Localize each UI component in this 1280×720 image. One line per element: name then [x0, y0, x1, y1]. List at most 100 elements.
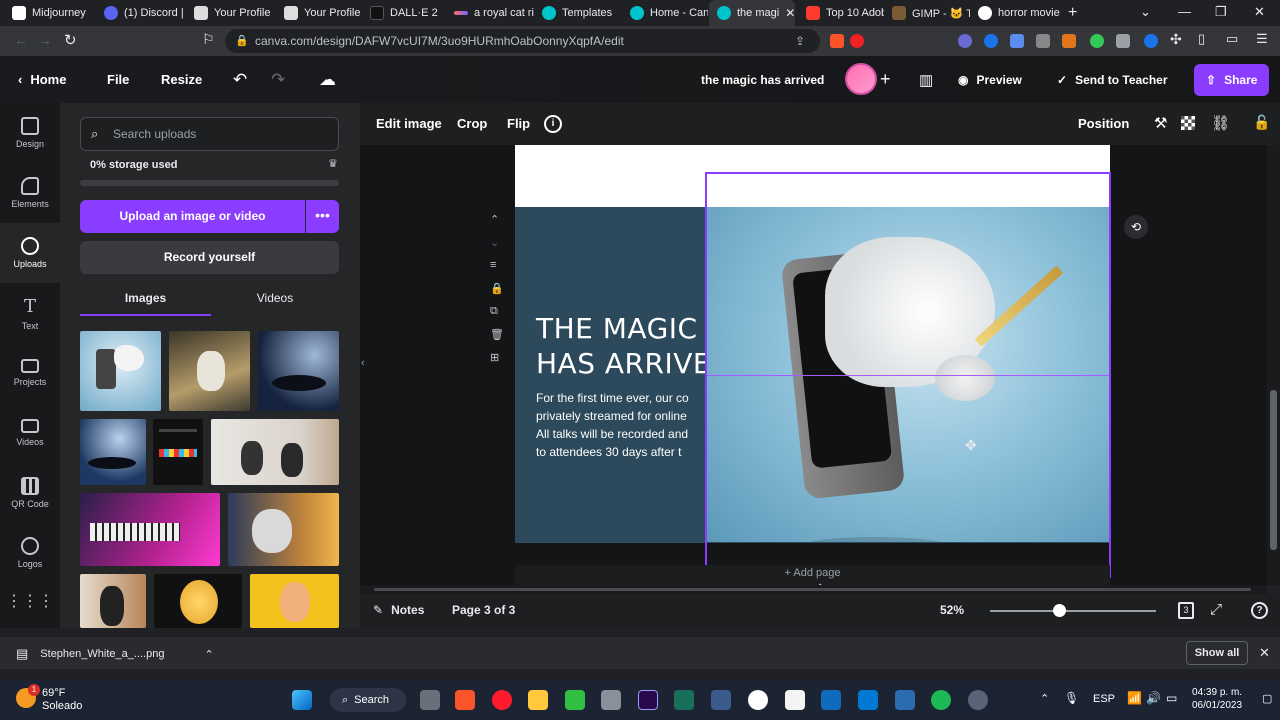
- fullscreen-icon[interactable]: ⤢: [1210, 601, 1222, 618]
- rail-item-uploads[interactable]: Uploads: [0, 223, 60, 283]
- rail-item-more-apps[interactable]: ⋮⋮⋮: [0, 581, 60, 621]
- chevron-down-icon[interactable]: ⌄: [490, 236, 504, 259]
- zoom-percentage[interactable]: 52%: [940, 603, 964, 617]
- body-text[interactable]: For the first time ever, our co privatel…: [536, 389, 689, 461]
- menu-icon[interactable]: ☰: [1256, 31, 1268, 47]
- file-menu-button[interactable]: File: [107, 56, 129, 103]
- metamask-icon[interactable]: [1062, 34, 1076, 48]
- upload-more-button[interactable]: •••: [306, 200, 339, 233]
- page-indicator[interactable]: Page 3 of 3: [452, 603, 515, 617]
- puzzle-extensions-icon[interactable]: ✣: [1170, 31, 1182, 48]
- horizontal-scrollbar[interactable]: [360, 585, 1267, 594]
- share-page-icon[interactable]: ⇪: [795, 29, 805, 53]
- minimize-icon[interactable]: —: [1178, 4, 1191, 19]
- upload-button[interactable]: Upload an image or video: [80, 200, 305, 233]
- download-item[interactable]: ▤ Stephen_White_a_....png ⌃: [16, 646, 214, 662]
- notes-lines-icon[interactable]: ≡: [490, 259, 504, 282]
- undo-icon[interactable]: ↶: [233, 56, 247, 103]
- reload-icon[interactable]: ↻: [64, 31, 77, 49]
- brave-icon[interactable]: [455, 690, 475, 710]
- browser-tab-active[interactable]: the magi ✕: [709, 0, 795, 26]
- upload-thumbnail[interactable]: [250, 574, 339, 628]
- add-page-icon[interactable]: ⊞: [490, 351, 504, 374]
- chrome-icon[interactable]: [748, 690, 768, 710]
- browser-tab[interactable]: Top 10 Adob: [798, 0, 884, 26]
- new-tab-icon[interactable]: +: [1068, 4, 1077, 22]
- taskbar-search[interactable]: ⌕ Search: [330, 688, 406, 712]
- rotate-comment-icon[interactable]: ⟲: [1124, 215, 1148, 239]
- rail-item-text[interactable]: T Text: [0, 283, 60, 343]
- app-icon[interactable]: [601, 690, 621, 710]
- vertical-scrollbar[interactable]: [1267, 145, 1280, 585]
- scroll-thumb[interactable]: [1270, 390, 1277, 550]
- cloud-saved-icon[interactable]: ☁: [319, 56, 336, 103]
- app-icon[interactable]: [711, 690, 731, 710]
- upload-thumbnail[interactable]: [80, 331, 161, 411]
- home-button[interactable]: ‹ Home: [18, 56, 66, 103]
- preview-button[interactable]: ◉ Preview: [958, 56, 1022, 103]
- tab-images[interactable]: Images: [80, 291, 211, 315]
- rail-item-videos[interactable]: Videos: [0, 403, 60, 463]
- extension-icon[interactable]: [1010, 34, 1024, 48]
- maximize-icon[interactable]: ❐: [1215, 4, 1227, 20]
- transparency-icon[interactable]: [1181, 116, 1195, 130]
- extension-icon[interactable]: [984, 34, 998, 48]
- search-input[interactable]: ⌕ Search uploads: [80, 117, 339, 151]
- resize-button[interactable]: Resize: [161, 56, 202, 103]
- info-icon[interactable]: i: [544, 115, 562, 133]
- share-button[interactable]: ⇧ Share: [1194, 64, 1270, 96]
- opera-icon[interactable]: [492, 690, 512, 710]
- upload-thumbnail[interactable]: [80, 493, 220, 566]
- microphone-icon[interactable]: 🎙: [1064, 691, 1079, 705]
- wifi-icon[interactable]: 📶: [1127, 691, 1142, 705]
- app-icon[interactable]: [895, 690, 915, 710]
- duplicate-icon[interactable]: ⧉: [490, 305, 504, 328]
- close-window-icon[interactable]: ✕: [1254, 4, 1265, 20]
- browser-tab[interactable]: a royal cat ri: [446, 0, 534, 26]
- task-view-icon[interactable]: [420, 690, 440, 710]
- rail-item-projects[interactable]: Projects: [0, 343, 60, 403]
- brave-shield-icon[interactable]: [830, 34, 844, 48]
- insights-chart-icon[interactable]: ▥: [919, 56, 933, 103]
- trash-icon[interactable]: 🗑: [490, 328, 504, 351]
- headline-text[interactable]: THE MAGIC HAS ARRIVE: [536, 311, 711, 381]
- design-title[interactable]: the magic has arrived: [701, 56, 824, 103]
- extension-icon[interactable]: [1144, 34, 1158, 48]
- record-yourself-button[interactable]: Record yourself: [80, 241, 339, 274]
- rail-item-elements[interactable]: Elements: [0, 163, 60, 223]
- spotify-icon[interactable]: [931, 690, 951, 710]
- browser-tab[interactable]: Midjourney: [4, 0, 96, 26]
- send-to-teacher-button[interactable]: ✓ Send to Teacher: [1057, 56, 1168, 103]
- battery-icon[interactable]: ▭: [1166, 691, 1177, 705]
- close-tab-icon[interactable]: ✕: [785, 6, 795, 20]
- rail-item-logos[interactable]: Logos: [0, 523, 60, 583]
- tab-videos[interactable]: Videos: [211, 291, 339, 315]
- weather-widget[interactable]: 69°F Soleado: [42, 687, 82, 713]
- language-indicator[interactable]: ESP: [1093, 693, 1115, 705]
- url-input[interactable]: 🔒 canva.com/design/DAFW7vcUI7M/3uo9HURmh…: [225, 29, 820, 53]
- upload-thumbnail[interactable]: [154, 574, 242, 628]
- lock-icon[interactable]: 🔒: [490, 282, 504, 305]
- windows-start-icon[interactable]: [292, 690, 312, 710]
- selection-frame[interactable]: [705, 172, 1111, 578]
- upload-thumbnail[interactable]: [80, 419, 146, 485]
- redo-icon[interactable]: ↷: [271, 56, 285, 103]
- help-button[interactable]: ?: [1251, 602, 1268, 619]
- file-explorer-icon[interactable]: [528, 690, 548, 710]
- camtasia-icon[interactable]: [565, 690, 585, 710]
- bookmark-icon[interactable]: ⚐: [202, 31, 215, 48]
- back-icon[interactable]: ←: [14, 32, 28, 48]
- chevron-up-icon[interactable]: ⌃: [204, 648, 213, 661]
- paint-format-icon[interactable]: ⚒: [1154, 114, 1167, 132]
- page-grid-button[interactable]: 3: [1178, 602, 1194, 619]
- avatar[interactable]: [845, 63, 877, 95]
- link-icon[interactable]: ⛓: [1211, 114, 1230, 132]
- app-icon[interactable]: [674, 690, 694, 710]
- rail-item-design[interactable]: Design: [0, 103, 60, 163]
- crop-button[interactable]: Crop: [457, 103, 487, 145]
- notes-button[interactable]: ✎ Notes: [373, 603, 424, 617]
- browser-tab[interactable]: Home - Canv: [622, 0, 708, 26]
- flip-button[interactable]: Flip: [507, 103, 530, 145]
- notifications-icon[interactable]: ▢: [1262, 692, 1272, 705]
- premiere-icon[interactable]: [638, 690, 658, 710]
